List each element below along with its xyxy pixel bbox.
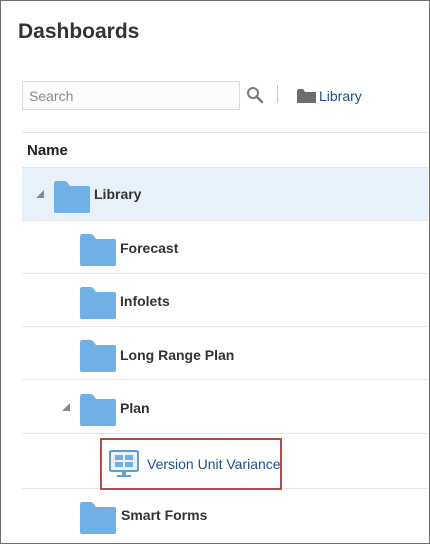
tree-row-long-range-plan[interactable]: Long Range Plan [22,327,428,380]
folder-icon [54,181,90,213]
tree-label-infolets: Infolets [120,293,170,309]
tree-label-smart-forms: Smart Forms [121,507,208,523]
tree-label-version-unit-variance[interactable]: Version Unit Variance [147,456,281,472]
folder-icon [80,394,116,426]
breadcrumb-label: Library [319,88,362,104]
tree-label-long-range-plan: Long Range Plan [120,347,235,363]
column-header-name[interactable]: Name [27,142,68,159]
tree-row-version-unit-variance[interactable]: Version Unit Variance [100,438,282,490]
collapse-triangle-icon[interactable] [62,403,70,411]
tree-row-plan[interactable]: Plan [22,381,428,434]
collapse-triangle-icon[interactable] [36,190,44,198]
tree-row-smart-forms[interactable]: Smart Forms [22,489,428,542]
folder-icon [80,287,116,319]
tree-label-library: Library [94,186,142,202]
tree-row-library[interactable]: Library [22,168,428,221]
search-icon[interactable] [246,86,264,104]
dashboards-panel: Dashboards Library Name Library Forecast [0,0,430,544]
tree-label-plan: Plan [120,400,150,416]
page-title: Dashboards [18,20,140,43]
toolbar-divider [277,85,278,103]
folder-icon [80,234,116,266]
folder-icon [80,340,116,372]
folder-icon [297,89,316,103]
folder-icon [80,502,116,534]
search-input[interactable] [22,81,240,110]
breadcrumb-library[interactable]: Library [297,87,362,105]
divider [22,132,428,133]
tree-row-infolets[interactable]: Infolets [22,274,428,327]
tree-label-forecast: Forecast [120,240,179,256]
dashboard-icon [109,450,139,477]
tree-row-forecast[interactable]: Forecast [22,221,428,274]
